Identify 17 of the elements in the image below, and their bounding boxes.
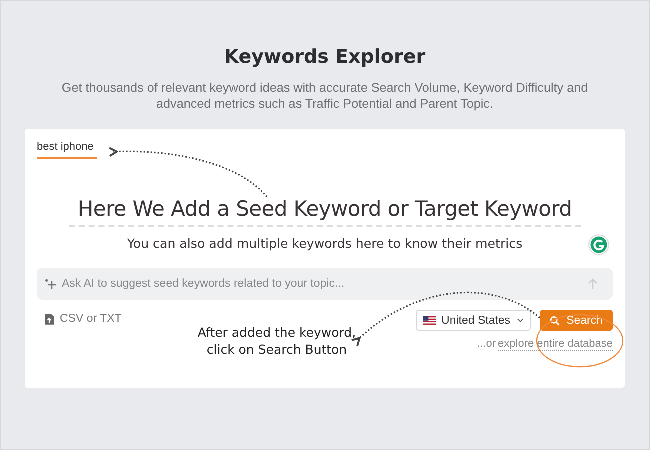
- instruction-text: After added the keyword, click on Search Button: [196, 324, 358, 358]
- file-upload-icon: [45, 314, 54, 324]
- country-dropdown[interactable]: United States: [416, 310, 531, 331]
- explore-prefix: ...or: [477, 338, 496, 351]
- flag-icon: [422, 316, 436, 325]
- keyword-input[interactable]: best iphone: [37, 139, 97, 159]
- page-title: Keywords Explorer: [224, 46, 426, 68]
- annotation-heading: Here We Add a Seed Keyword or Target Keyword: [69, 197, 581, 227]
- page-subtitle: Get thousands of relevant keyword ideas with accurate Search Volume, Keyword Difficulty and advanced metrics such as Traffic Potential and Parent Topic.: [60, 80, 590, 112]
- ai-prompt-field[interactable]: Ask AI to suggest seed keywords related to your topic...: [37, 268, 613, 300]
- sparkle-icon: [45, 278, 57, 290]
- search-icon: [550, 316, 560, 326]
- caret-icon: [516, 318, 524, 323]
- grammar-extension-icon[interactable]: [588, 234, 610, 256]
- annotation-note: You can also add multiple keywords here to know their metrics: [127, 236, 523, 251]
- file-upload-button[interactable]: CSV or TXT: [37, 310, 130, 328]
- search-button[interactable]: Search: [540, 310, 613, 331]
